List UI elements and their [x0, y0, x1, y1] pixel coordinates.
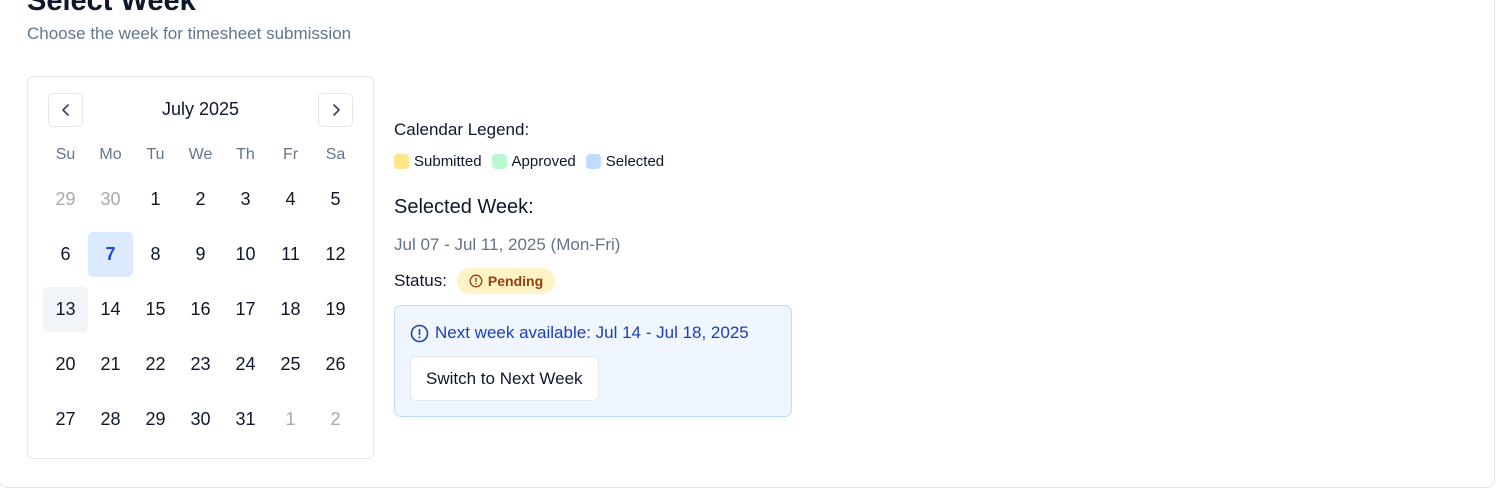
day-cell[interactable]: 1: [133, 177, 178, 222]
switch-to-next-week-button[interactable]: Switch to Next Week: [410, 356, 599, 401]
day-cell[interactable]: 8: [133, 232, 178, 277]
alert-circle-icon: [469, 274, 483, 288]
next-week-text-row: Next week available: Jul 14 - Jul 18, 20…: [410, 323, 749, 343]
legend-item-submitted: Submitted: [394, 153, 482, 170]
day-cell[interactable]: 22: [133, 342, 178, 387]
day-cell[interactable]: 16: [178, 287, 223, 332]
day-cell[interactable]: 5: [313, 177, 358, 222]
day-cell-today[interactable]: 13: [43, 287, 88, 332]
weekday-header: Fr: [282, 146, 299, 163]
day-cell[interactable]: 19: [313, 287, 358, 332]
weekday-header: Th: [236, 146, 255, 163]
day-cell[interactable]: 2: [313, 397, 358, 442]
selected-swatch: [585, 154, 601, 169]
legend-label: Approved: [511, 153, 576, 170]
legend-item-approved: Approved: [491, 153, 576, 170]
day-cell[interactable]: 15: [133, 287, 178, 332]
next-month-button[interactable]: [318, 93, 353, 127]
day-cell[interactable]: 23: [178, 342, 223, 387]
day-cell[interactable]: 17: [223, 287, 268, 332]
day-cell[interactable]: 2: [178, 177, 223, 222]
day-cell[interactable]: 31: [223, 397, 268, 442]
next-week-notice: Next week available: Jul 14 - Jul 18, 20…: [394, 305, 792, 417]
day-cell[interactable]: 29: [43, 177, 88, 222]
day-cell[interactable]: 12: [313, 232, 358, 277]
day-cell[interactable]: 20: [43, 342, 88, 387]
day-cell[interactable]: 3: [223, 177, 268, 222]
day-cell[interactable]: 18: [268, 287, 313, 332]
status-value: Pending: [487, 273, 544, 289]
weekday-header: Sa: [325, 146, 346, 163]
weekday-header: Su: [55, 146, 76, 163]
day-cell[interactable]: 30: [88, 177, 133, 222]
status-label: Status:: [394, 271, 447, 290]
page-subtitle: Choose the week for timesheet submission: [27, 24, 352, 43]
next-week-text: Next week available: Jul 14 - Jul 18, 20…: [435, 323, 749, 342]
day-cell-selected[interactable]: 7: [88, 232, 133, 277]
day-cell[interactable]: 1: [268, 397, 313, 442]
weekday-header: We: [188, 146, 213, 163]
status-badge: Pending: [456, 268, 556, 294]
approved-swatch: [491, 154, 507, 169]
calendar: July 2025 Su Mo Tu We Th Fr Sa 29 30 1 2 3 4 5 6 7 8 9 10 1…: [27, 76, 374, 459]
submitted-swatch: [394, 154, 409, 169]
day-cell[interactable]: 29: [133, 397, 178, 442]
day-cell[interactable]: 4: [268, 177, 313, 222]
day-cell[interactable]: 24: [223, 342, 268, 387]
legend-label: Submitted: [414, 153, 482, 170]
day-cell[interactable]: 27: [43, 397, 88, 442]
day-cell[interactable]: 30: [178, 397, 223, 442]
day-cell[interactable]: 21: [88, 342, 133, 387]
day-cell[interactable]: 9: [178, 232, 223, 277]
legend-title: Calendar Legend:: [394, 120, 530, 139]
day-cell[interactable]: 26: [313, 342, 358, 387]
weekday-header: Tu: [146, 146, 165, 163]
day-cell[interactable]: 25: [268, 342, 313, 387]
selected-week-title: Selected Week:: [394, 196, 534, 218]
day-cell[interactable]: 14: [88, 287, 133, 332]
page-title: Select Week: [27, 0, 196, 17]
calendar-grid: Su Mo Tu We Th Fr Sa 29 30 1 2 3 4 5 6 7 8 9 10 11 12 13 14 15 1…: [43, 143, 358, 442]
calendar-legend: Submitted Approved Selected: [394, 153, 674, 170]
info-circle-icon: [410, 324, 429, 342]
selected-week-range: Jul 07 - Jul 11, 2025 (Mon-Fri): [394, 235, 621, 254]
legend-label: Selected: [605, 153, 665, 170]
day-cell[interactable]: 28: [88, 397, 133, 442]
legend-item-selected: Selected: [585, 153, 665, 170]
status-row: Status: Pending: [394, 268, 556, 294]
weekday-header: Mo: [99, 146, 122, 163]
day-cell[interactable]: 6: [43, 232, 88, 277]
day-cell[interactable]: 10: [223, 232, 268, 277]
day-cell[interactable]: 11: [268, 232, 313, 277]
chevron-right-icon: [332, 104, 340, 116]
